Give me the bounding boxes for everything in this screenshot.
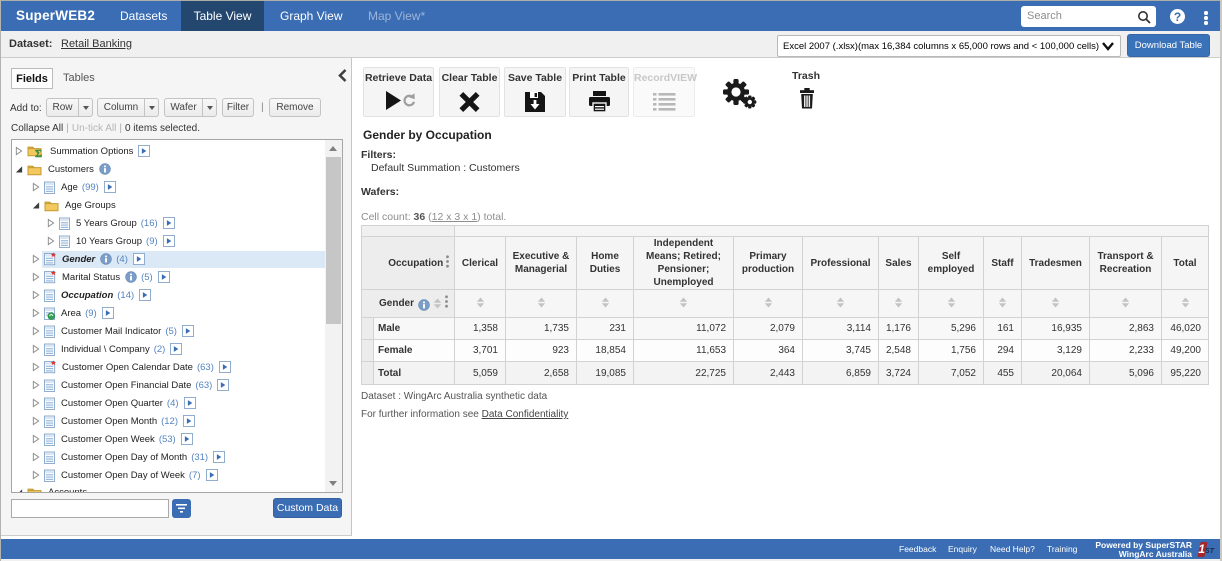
svg-text:Σ: Σ bbox=[35, 148, 42, 158]
